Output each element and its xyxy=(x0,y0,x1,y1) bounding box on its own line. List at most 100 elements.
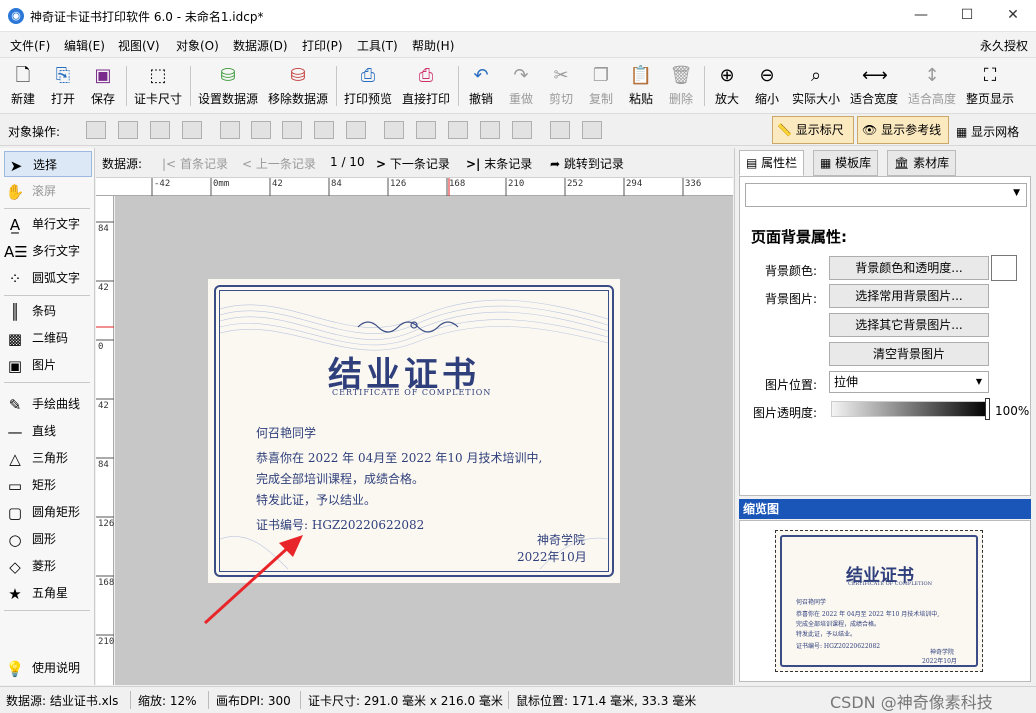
help-button[interactable]: 💡 使用说明 xyxy=(4,655,92,681)
distribute-v-icon[interactable] xyxy=(480,121,500,139)
tool-qrcode[interactable]: ▩ 二维码 xyxy=(4,325,92,351)
choose-other-bg-button[interactable]: 选择其它背景图片... xyxy=(829,313,989,337)
menu-file[interactable]: 文件(F) xyxy=(10,37,50,54)
object-selector-dropdown[interactable]: ▼ xyxy=(745,183,1027,207)
tool-star[interactable]: ★ 五角星 xyxy=(4,580,92,606)
open-button[interactable]: ⎘ 打开 xyxy=(46,62,80,110)
opacity-slider-handle[interactable] xyxy=(985,398,990,420)
tool-select[interactable]: ➤ 选择 xyxy=(4,151,92,177)
align-middle-icon[interactable] xyxy=(416,121,436,139)
certificate-body-line-2[interactable]: 完成全部培训课程，成绩合格。 xyxy=(256,470,424,487)
prev-record-button[interactable]: < 上一条记录 xyxy=(242,155,316,172)
group-icon[interactable] xyxy=(550,121,570,139)
layer-down-icon[interactable] xyxy=(150,121,170,139)
layer-bottom-icon[interactable] xyxy=(182,121,202,139)
pen-icon: ✎ xyxy=(8,395,22,414)
fit-width-button[interactable]: ⟷ 适合宽度 xyxy=(848,62,900,110)
remove-datasource-button[interactable]: ⛁ 移除数据源 xyxy=(266,62,330,110)
ruler-tick: 336 xyxy=(685,179,702,189)
distribute-h-icon[interactable] xyxy=(314,121,334,139)
choose-common-bg-button[interactable]: 选择常用背景图片... xyxy=(829,284,989,308)
first-record-button[interactable]: |< 首条记录 xyxy=(162,155,228,172)
menu-help[interactable]: 帮助(H) xyxy=(412,37,454,54)
jump-record-button[interactable]: ➦ 跳转到记录 xyxy=(550,155,624,172)
cut-button[interactable]: ✂ 剪切 xyxy=(544,62,578,110)
certificate-subtitle[interactable]: CERTIFICATE OF COMPLETION xyxy=(332,388,491,397)
tool-scroll[interactable]: ✋ 滚屏 xyxy=(4,178,92,204)
certificate-issuer[interactable]: 神奇学院 xyxy=(537,531,585,548)
fit-height-button[interactable]: ↕ 适合高度 xyxy=(906,62,958,110)
tool-triangle[interactable]: △ 三角形 xyxy=(4,445,92,471)
triangle-icon: △ xyxy=(9,449,21,468)
show-ruler-toggle[interactable]: 📏 显示标尺 xyxy=(772,116,854,144)
align-left-icon[interactable] xyxy=(220,121,240,139)
layer-top-icon[interactable] xyxy=(118,121,138,139)
same-width-icon[interactable] xyxy=(346,121,366,139)
show-grid-toggle[interactable]: ▦ 显示网格 xyxy=(956,123,1019,140)
paste-button[interactable]: 📋 粘贴 xyxy=(624,62,658,110)
menu-tools[interactable]: 工具(T) xyxy=(357,37,398,54)
tab-templates[interactable]: ▦ 模板库 xyxy=(813,150,879,176)
ruler-tick: 0mm xyxy=(213,179,230,189)
redo-button[interactable]: ↷ 重做 xyxy=(504,62,538,110)
menu-edit[interactable]: 编辑(E) xyxy=(64,37,105,54)
last-record-button[interactable]: >| 末条记录 xyxy=(466,155,532,172)
undo-button[interactable]: ↶ 撤销 xyxy=(464,62,498,110)
thumbnail-preview[interactable]: 结业证书 CERTIFICATE OF COMPLETION 何召艳同学 恭喜你… xyxy=(775,530,983,672)
thumbnail-subtitle: CERTIFICATE OF COMPLETION xyxy=(848,581,932,587)
tool-freehand[interactable]: ✎ 手绘曲线 xyxy=(4,391,92,417)
opacity-slider[interactable] xyxy=(831,401,989,417)
align-right-icon[interactable] xyxy=(282,121,302,139)
maximize-button[interactable]: ☐ xyxy=(944,0,990,32)
tool-single-text[interactable]: A̲ 单行文字 xyxy=(4,211,92,237)
image-position-select[interactable]: 拉伸 ▼ xyxy=(829,371,989,393)
tool-arc-text[interactable]: ⁘ 圆弧文字 xyxy=(4,265,92,291)
certificate-body-line-3[interactable]: 特发此证，予以结业。 xyxy=(256,491,376,508)
bg-color-button[interactable]: 背景颜色和透明度... xyxy=(829,256,989,280)
thumbnail-header: 缩览图 xyxy=(739,499,1031,519)
tool-diamond[interactable]: ◇ 菱形 xyxy=(4,553,92,579)
tool-image[interactable]: ▣ 图片 xyxy=(4,352,92,378)
align-center-icon[interactable] xyxy=(251,121,271,139)
tool-round-rect[interactable]: ▢ 圆角矩形 xyxy=(4,499,92,525)
database-add-icon: ⛁ xyxy=(220,65,236,86)
certificate-recipient[interactable]: 何召艳同学 xyxy=(256,424,316,441)
set-datasource-button[interactable]: ⛁ 设置数据源 xyxy=(196,62,260,110)
card-size-button[interactable]: ⬚ 证卡尺寸 xyxy=(132,62,184,110)
ungroup-icon[interactable] xyxy=(582,121,602,139)
actual-size-button[interactable]: ⌕ 实际大小 xyxy=(790,62,842,110)
tool-rect[interactable]: ▭ 矩形 xyxy=(4,472,92,498)
align-top-icon[interactable] xyxy=(384,121,404,139)
next-record-button[interactable]: > 下一条记录 xyxy=(376,155,450,172)
zoom-in-button[interactable]: ⊕ 放大 xyxy=(710,62,744,110)
menu-object[interactable]: 对象(O) xyxy=(176,37,219,54)
tab-properties[interactable]: ▤ 属性栏 xyxy=(739,150,805,176)
certificate-date[interactable]: 2022年10月 xyxy=(517,548,587,565)
print-preview-button[interactable]: ⎙ 打印预览 xyxy=(342,62,394,110)
zoom-out-button[interactable]: ⊖ 缩小 xyxy=(750,62,784,110)
delete-button[interactable]: 🗑 删除 xyxy=(664,62,698,110)
new-button[interactable]: 🗋 新建 xyxy=(6,62,40,110)
thumbnail-issuer: 神奇学院 xyxy=(930,649,955,656)
tool-multi-text[interactable]: A☰ 多行文字 xyxy=(4,238,92,264)
certificate-body-line-1[interactable]: 恭喜你在 2022 年 04月至 2022 年10 月技术培训中, xyxy=(256,449,542,466)
same-height-icon[interactable] xyxy=(512,121,532,139)
minimize-button[interactable]: — xyxy=(898,0,944,32)
fit-page-button[interactable]: ⛶ 整页显示 xyxy=(964,62,1016,110)
close-button[interactable]: ✕ xyxy=(990,0,1036,32)
bg-color-swatch[interactable] xyxy=(991,255,1017,281)
show-guides-toggle[interactable]: 👁 显示参考线 xyxy=(857,116,949,144)
layer-up-icon[interactable] xyxy=(86,121,106,139)
copy-button[interactable]: ❐ 复制 xyxy=(584,62,618,110)
save-button[interactable]: ▣ 保存 xyxy=(86,62,120,110)
clear-bg-button[interactable]: 清空背景图片 xyxy=(829,342,989,366)
menu-print[interactable]: 打印(P) xyxy=(302,37,343,54)
tool-circle[interactable]: ○ 圆形 xyxy=(4,526,92,552)
align-bottom-icon[interactable] xyxy=(448,121,468,139)
menu-view[interactable]: 视图(V) xyxy=(118,37,160,54)
direct-print-button[interactable]: ⎙ 直接打印 xyxy=(400,62,452,110)
menu-datasource[interactable]: 数据源(D) xyxy=(233,37,288,54)
tool-barcode[interactable]: ║ 条码 xyxy=(4,298,92,324)
tab-assets[interactable]: 🏛 素材库 xyxy=(887,150,957,176)
tool-line[interactable]: — 直线 xyxy=(4,418,92,444)
